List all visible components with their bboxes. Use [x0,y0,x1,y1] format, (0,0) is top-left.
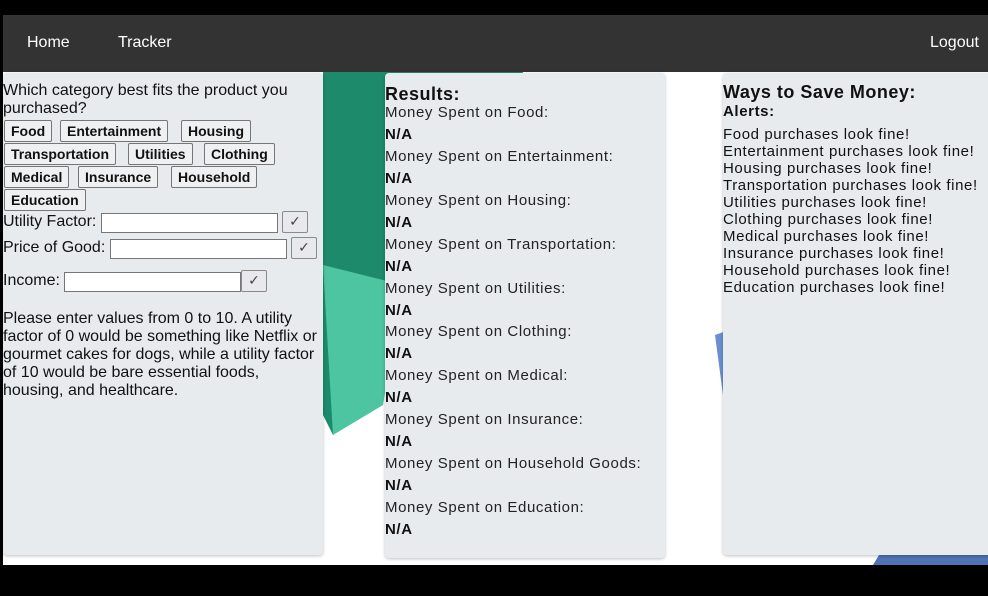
result-value-education: N/A [385,521,413,538]
nav-tracker-link[interactable]: Tracker [118,34,172,52]
result-value-clothing: N/A [385,345,413,362]
result-label-education: Money Spent on Education: [385,499,585,516]
income-submit-button[interactable]: ✓ [241,270,267,292]
result-label-insurance: Money Spent on Insurance: [385,411,584,428]
result-value-food: N/A [385,126,413,143]
result-value-insurance: N/A [385,433,413,450]
category-entertainment-button[interactable]: Entertainment [60,120,169,142]
result-label-medical: Money Spent on Medical: [385,367,569,384]
alert-entertainment: Entertainment purchases look fine! [723,143,975,160]
alerts-heading: Alerts: [723,103,775,120]
nav-home-link[interactable]: Home [27,34,70,52]
utility-factor-instructions: Please enter values from 0 to 10. A util… [3,310,317,399]
result-label-food: Money Spent on Food: [385,104,549,121]
app-viewport: Home Tracker Logout Which category best … [3,15,988,565]
category-medical-button[interactable]: Medical [4,166,70,188]
category-insurance-button[interactable]: Insurance [78,166,159,188]
result-value-medical: N/A [385,389,413,406]
results-title: Results: [385,84,461,104]
alert-food: Food purchases look fine! [723,126,910,143]
result-value-transportation: N/A [385,258,413,275]
alert-transportation: Transportation purchases look fine! [723,177,978,194]
result-label-clothing: Money Spent on Clothing: [385,323,573,340]
nav-logout-link[interactable]: Logout [930,34,979,52]
category-food-button[interactable]: Food [4,120,53,142]
result-value-entertainment: N/A [385,170,413,187]
result-value-utilities: N/A [385,302,413,319]
alert-education: Education purchases look fine! [723,279,946,296]
category-question: Which category best fits the product you… [3,82,288,117]
category-housing-button[interactable]: Housing [181,120,251,142]
alert-insurance: Insurance purchases look fine! [723,245,945,262]
alert-household: Household purchases look fine! [723,262,951,279]
alert-clothing: Clothing purchases look fine! [723,211,934,228]
income-label: Income: [3,272,60,289]
category-education-button[interactable]: Education [4,189,86,211]
result-label-transportation: Money Spent on Transportation: [385,236,617,253]
results-panel: Results: Money Spent on Food: N/A Money … [385,73,665,558]
ways-to-save-panel: Ways to Save Money: Alerts: Food purchas… [723,73,988,555]
result-label-household: Money Spent on Household Goods: [385,455,642,472]
utility-submit-button[interactable]: ✓ [282,211,308,233]
result-label-housing: Money Spent on Housing: [385,192,572,209]
utility-factor-input[interactable] [101,213,278,233]
result-label-entertainment: Money Spent on Entertainment: [385,148,614,165]
category-transportation-button[interactable]: Transportation [4,143,117,165]
category-clothing-button[interactable]: Clothing [204,143,275,165]
price-of-good-input[interactable] [110,239,287,259]
category-household-button[interactable]: Household [171,166,258,188]
navbar: Home Tracker Logout [3,15,988,72]
check-icon: ✓ [248,273,260,289]
price-submit-button[interactable]: ✓ [291,237,317,259]
category-utilities-button[interactable]: Utilities [128,143,193,165]
purchase-input-panel: Which category best fits the product you… [3,73,323,555]
result-value-household: N/A [385,477,413,494]
check-icon: ✓ [289,214,301,230]
check-icon: ✓ [298,240,310,256]
alert-housing: Housing purchases look fine! [723,160,933,177]
income-input[interactable] [64,272,241,292]
ways-to-save-title: Ways to Save Money: [723,82,916,102]
alert-medical: Medical purchases look fine! [723,228,930,245]
alert-utilities: Utilities purchases look fine! [723,194,927,211]
result-label-utilities: Money Spent on Utilities: [385,280,566,297]
result-value-housing: N/A [385,214,413,231]
price-of-good-label: Price of Good: [3,239,106,256]
utility-factor-label: Utility Factor: [3,213,97,230]
